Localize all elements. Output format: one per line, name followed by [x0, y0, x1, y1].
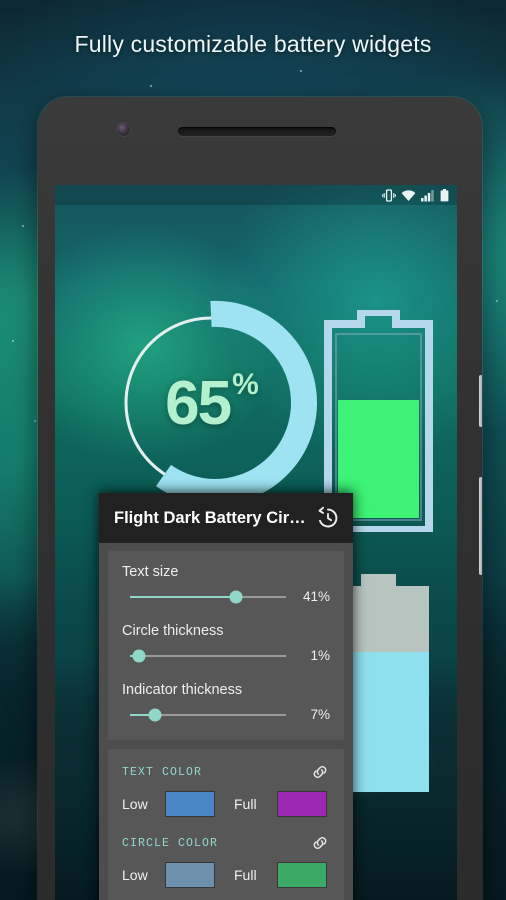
slider-label: Indicator thickness — [122, 682, 243, 698]
star — [22, 225, 24, 227]
signal-icon — [421, 189, 434, 201]
history-restore-icon[interactable] — [315, 505, 341, 531]
color-group-title: CIRCLE COLOR — [122, 836, 219, 850]
power-button[interactable] — [479, 477, 482, 575]
panel-body: Text size 41% Circle thickness 1% Indica… — [99, 543, 353, 900]
slider-track[interactable] — [130, 708, 286, 721]
panel-title-bar: Flight Dark Battery Cir… — [99, 493, 353, 543]
slider-thumb[interactable] — [229, 590, 243, 603]
phone-device: 65% Flight Dark Battery Cir… Text size 4… — [38, 97, 482, 900]
sliders-card: Text size 41% Circle thickness 1% Indica… — [108, 551, 344, 740]
slider-indicator-thickness[interactable]: Indicator thickness 7% — [122, 682, 330, 722]
color-low-swatch[interactable] — [166, 792, 214, 816]
battery-icon — [440, 188, 449, 201]
star — [496, 300, 498, 302]
slider-value: 7% — [310, 707, 330, 722]
color-full-swatch[interactable] — [278, 792, 326, 816]
color-full-label: Full — [234, 867, 257, 883]
slider-label: Text size — [122, 564, 179, 580]
color-low-label: Low — [122, 796, 148, 812]
slider-track[interactable] — [130, 649, 286, 662]
slider-track[interactable] — [130, 590, 286, 603]
color-low-label: Low — [122, 867, 148, 883]
status-bar — [55, 185, 457, 205]
color-full-label: Full — [234, 796, 257, 812]
color-low-swatch[interactable] — [166, 863, 214, 887]
slider-label: Circle thickness — [122, 623, 224, 639]
link-icon[interactable] — [310, 833, 330, 853]
slider-value: 1% — [310, 648, 330, 663]
volume-rocker-button[interactable] — [479, 375, 482, 427]
circle-percent-symbol: % — [232, 368, 259, 401]
colors-card: TEXT COLOR Low Full CIRCLE COLOR Low Ful… — [108, 749, 344, 900]
color-group-title: TEXT COLOR — [122, 765, 203, 779]
star — [12, 340, 14, 342]
earpiece-speaker-icon — [178, 127, 336, 136]
vibrate-icon — [382, 188, 396, 202]
link-icon[interactable] — [310, 762, 330, 782]
color-group-text: TEXT COLOR Low Full — [122, 762, 330, 816]
star — [300, 70, 302, 72]
front-camera-icon — [117, 123, 130, 136]
slider-value: 41% — [302, 589, 330, 604]
color-group-circle: CIRCLE COLOR Low Full — [122, 833, 330, 887]
star — [34, 420, 36, 422]
star — [150, 85, 152, 87]
wifi-icon — [401, 189, 416, 201]
promo-headline: Fully customizable battery widgets — [74, 31, 432, 57]
slider-fill — [130, 595, 237, 598]
circle-battery-widget[interactable]: 65% — [103, 295, 319, 511]
panel-title: Flight Dark Battery Cir… — [114, 508, 306, 527]
slider-circle-thickness[interactable]: Circle thickness 1% — [122, 623, 330, 663]
slider-text-size[interactable]: Text size 41% — [122, 564, 330, 604]
circle-percent-value: 65 — [165, 368, 232, 438]
slider-thumb[interactable] — [148, 708, 162, 721]
phone-screen: 65% Flight Dark Battery Cir… Text size 4… — [55, 185, 457, 900]
circle-percent-readout: 65% — [103, 295, 319, 511]
settings-panel: Flight Dark Battery Cir… Text size 41% C… — [99, 493, 353, 900]
color-full-swatch[interactable] — [278, 863, 326, 887]
slider-thumb[interactable] — [132, 649, 146, 662]
